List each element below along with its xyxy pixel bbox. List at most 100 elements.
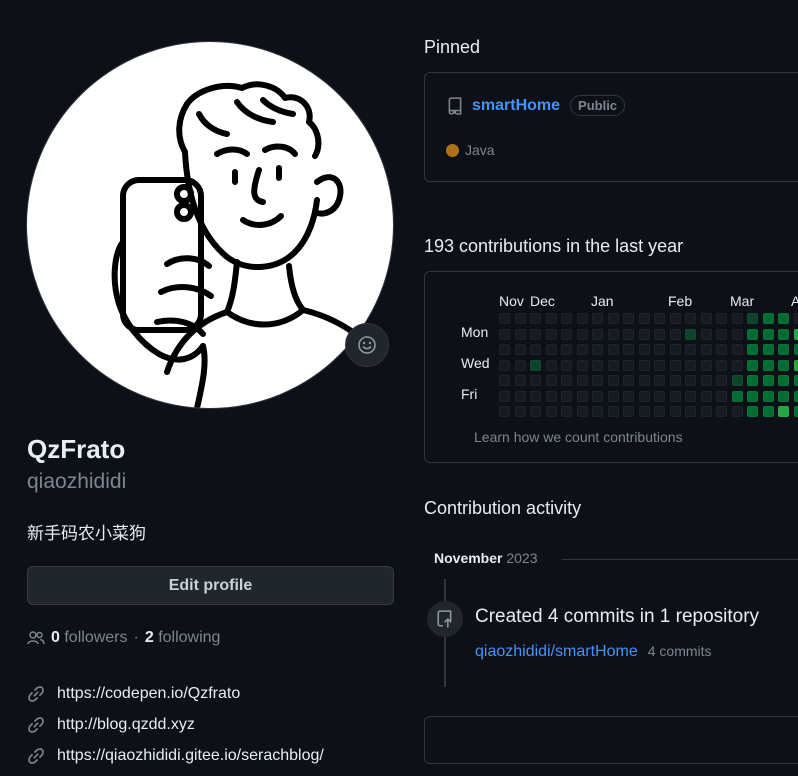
contribution-day[interactable]	[685, 328, 696, 340]
edit-profile-button[interactable]: Edit profile	[27, 566, 394, 605]
contribution-day[interactable]	[607, 344, 619, 355]
contribution-day[interactable]	[700, 313, 712, 324]
contribution-day[interactable]	[747, 344, 758, 355]
contribution-day[interactable]	[747, 328, 758, 340]
contribution-day[interactable]	[793, 375, 798, 386]
contribution-day[interactable]	[669, 313, 681, 324]
contribution-day[interactable]	[514, 328, 526, 340]
contribution-day[interactable]	[576, 406, 588, 417]
contribution-day[interactable]	[685, 406, 696, 417]
contribution-day[interactable]	[576, 344, 588, 355]
contribution-day[interactable]	[576, 359, 588, 371]
following-link[interactable]: 2 following	[145, 629, 221, 647]
contribution-day[interactable]	[499, 344, 510, 355]
contribution-day[interactable]	[576, 313, 588, 324]
avatar[interactable]	[27, 42, 393, 408]
learn-contributions-link[interactable]: Learn how we count contributions	[474, 429, 683, 445]
contribution-day[interactable]	[669, 359, 681, 371]
contribution-day[interactable]	[638, 344, 650, 355]
contribution-day[interactable]	[623, 359, 634, 371]
contribution-day[interactable]	[747, 390, 758, 402]
contribution-day[interactable]	[778, 344, 789, 355]
contribution-day[interactable]	[716, 359, 727, 371]
contribution-day[interactable]	[592, 406, 603, 417]
contribution-day[interactable]	[731, 313, 743, 324]
contribution-day[interactable]	[778, 406, 789, 417]
contribution-day[interactable]	[545, 390, 557, 402]
contribution-day[interactable]	[561, 313, 572, 324]
contribution-day[interactable]	[716, 406, 727, 417]
contribution-day[interactable]	[793, 390, 798, 402]
contribution-day[interactable]	[762, 344, 774, 355]
contribution-day[interactable]	[700, 359, 712, 371]
contribution-day[interactable]	[499, 359, 510, 371]
contribution-day[interactable]	[747, 359, 758, 371]
contribution-day[interactable]	[654, 390, 665, 402]
contribution-day[interactable]	[778, 313, 789, 324]
contribution-day[interactable]	[716, 313, 727, 324]
contribution-day[interactable]	[654, 406, 665, 417]
contribution-day[interactable]	[716, 390, 727, 402]
contribution-day[interactable]	[685, 344, 696, 355]
contribution-day[interactable]	[530, 375, 541, 386]
contribution-day[interactable]	[747, 406, 758, 417]
contribution-day[interactable]	[592, 328, 603, 340]
contribution-day[interactable]	[592, 313, 603, 324]
contribution-day[interactable]	[514, 313, 526, 324]
contribution-day[interactable]	[762, 390, 774, 402]
contribution-day[interactable]	[561, 344, 572, 355]
contribution-day[interactable]	[685, 359, 696, 371]
contribution-day[interactable]	[731, 344, 743, 355]
contribution-day[interactable]	[669, 328, 681, 340]
contribution-day[interactable]	[530, 344, 541, 355]
contribution-day[interactable]	[669, 375, 681, 386]
contribution-day[interactable]	[762, 406, 774, 417]
contribution-day[interactable]	[793, 406, 798, 417]
contribution-day[interactable]	[685, 313, 696, 324]
contribution-day[interactable]	[561, 406, 572, 417]
contribution-day[interactable]	[607, 359, 619, 371]
activity-title[interactable]: Created 4 commits in 1 repository	[475, 606, 759, 628]
contribution-day[interactable]	[545, 328, 557, 340]
contribution-day[interactable]	[530, 406, 541, 417]
contribution-day[interactable]	[731, 359, 743, 371]
contribution-day[interactable]	[514, 359, 526, 371]
contribution-day[interactable]	[607, 406, 619, 417]
contribution-day[interactable]	[530, 328, 541, 340]
contribution-day[interactable]	[499, 375, 510, 386]
contribution-day[interactable]	[561, 359, 572, 371]
pinned-repo-name[interactable]: smartHome	[472, 97, 560, 115]
contribution-day[interactable]	[793, 328, 798, 340]
contribution-day[interactable]	[499, 313, 510, 324]
contribution-day[interactable]	[778, 328, 789, 340]
contribution-day[interactable]	[654, 313, 665, 324]
contribution-day[interactable]	[685, 390, 696, 402]
contribution-day[interactable]	[669, 390, 681, 402]
contribution-day[interactable]	[623, 328, 634, 340]
contribution-day[interactable]	[762, 313, 774, 324]
contribution-day[interactable]	[623, 313, 634, 324]
contribution-day[interactable]	[499, 328, 510, 340]
contribution-day[interactable]	[700, 390, 712, 402]
contribution-day[interactable]	[607, 375, 619, 386]
contribution-day[interactable]	[623, 390, 634, 402]
contribution-day[interactable]	[747, 313, 758, 324]
contribution-day[interactable]	[545, 375, 557, 386]
contribution-day[interactable]	[793, 359, 798, 371]
contribution-day[interactable]	[638, 313, 650, 324]
contribution-day[interactable]	[545, 359, 557, 371]
contribution-day[interactable]	[499, 406, 510, 417]
contribution-day[interactable]	[607, 390, 619, 402]
contribution-day[interactable]	[700, 375, 712, 386]
contribution-day[interactable]	[669, 344, 681, 355]
contribution-day[interactable]	[514, 344, 526, 355]
contribution-day[interactable]	[762, 359, 774, 371]
contribution-day[interactable]	[700, 328, 712, 340]
contribution-day[interactable]	[530, 313, 541, 324]
contribution-day[interactable]	[561, 328, 572, 340]
contribution-day[interactable]	[793, 344, 798, 355]
contribution-day[interactable]	[731, 390, 743, 402]
contribution-day[interactable]	[561, 390, 572, 402]
contribution-day[interactable]	[716, 328, 727, 340]
contribution-day[interactable]	[762, 328, 774, 340]
